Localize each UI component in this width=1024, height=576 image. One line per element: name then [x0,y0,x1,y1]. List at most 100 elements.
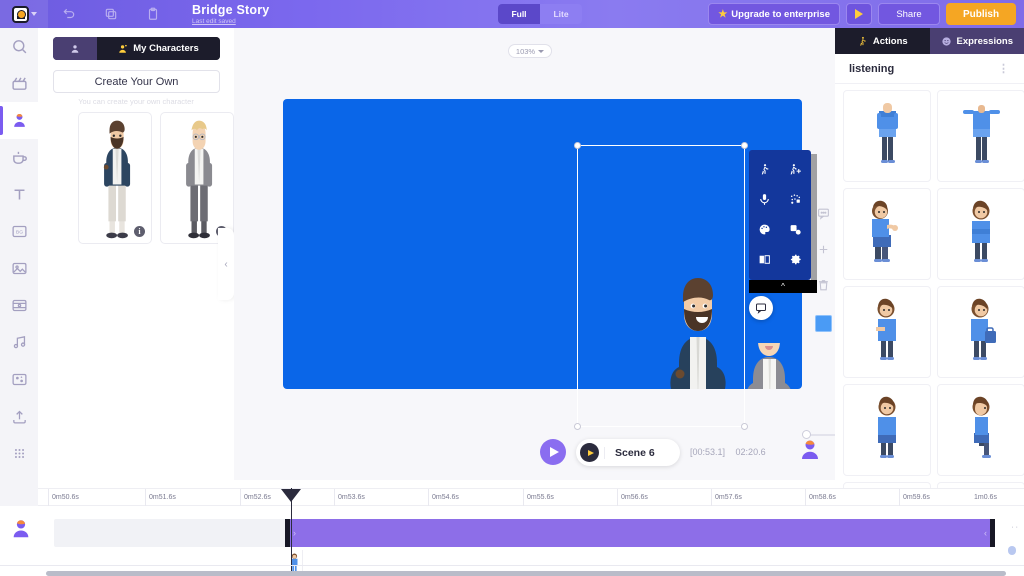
zoom-level-control[interactable]: 103% [508,44,552,58]
character-card-2[interactable]: i [160,112,234,244]
sidebar-item-text[interactable] [0,176,38,213]
pose-thumbnail-7[interactable] [843,384,931,476]
timeline-clip[interactable]: › ‹ [285,519,995,547]
more-options-icon[interactable]: ⋮ [998,62,1010,75]
sidebar-item-characters[interactable] [0,102,38,139]
app-root: Bridge Story Last edit saved Full Lite ★… [0,0,1024,576]
sidebar-item-effects[interactable] [0,361,38,398]
undo-button[interactable] [48,0,90,28]
mode-option-lite[interactable]: Lite [540,4,582,24]
timeline-tick: 0m54.6s [428,489,459,507]
add-icon [819,245,827,253]
tab-expressions[interactable]: Expressions [929,28,1024,54]
top-actions: ★ Upgrade to enterprise Share Publish [708,3,1016,25]
clipboard-button[interactable] [132,0,174,28]
timeline-right-handle[interactable] [1008,546,1016,555]
star-icon: ★ [718,8,728,20]
chevron-left-icon[interactable]: ‹ [984,528,987,538]
playbar-avatar[interactable] [798,438,822,467]
copy-button[interactable] [90,0,132,28]
app-logo-button[interactable] [0,0,48,28]
settings-button[interactable] [780,244,811,274]
delete-icon [818,279,828,290]
scene-play-button[interactable] [580,443,599,462]
speech-bubble-icon [756,303,766,314]
image-icon [11,262,27,275]
timeline-tick: 0m52.6s [240,489,271,507]
comment-button[interactable] [810,195,836,231]
timeline-ruler[interactable]: 0m50.6s 0m51.6s 0m52.6s 0m53.6s 0m54.6s … [38,488,1024,507]
character-info-badge[interactable]: i [134,226,145,237]
delete-element-button[interactable] [810,267,836,303]
pose-walk-button[interactable] [749,154,780,184]
scene-selector[interactable]: Scene 6 [576,439,680,466]
timeline-horizontal-scrollbar[interactable] [46,571,1006,576]
motion-path-button[interactable] [780,184,811,214]
create-hint-text: You can create your own character [78,97,194,106]
comment-icon [817,208,829,220]
sidebar-item-props[interactable] [0,139,38,176]
flip-button[interactable] [749,244,780,274]
palette-button[interactable] [749,214,780,244]
person-icon [71,44,79,53]
upgrade-button[interactable]: ★ Upgrade to enterprise [708,3,840,25]
timeline-tick: 0m57.6s [711,489,742,507]
pose-thumbnail-8[interactable] [937,384,1024,476]
pose-thumbnail-3[interactable] [843,188,931,280]
top-toolbar: Bridge Story Last edit saved Full Lite ★… [0,0,1024,28]
character-card-1[interactable]: i [78,112,152,244]
pose-thumbnail-1[interactable] [843,90,931,182]
tab-my-characters[interactable]: My Characters [97,37,220,60]
actions-panel-tabs: Actions Expressions [835,28,1024,54]
user-avatar-icon [13,520,29,538]
apps-grid-icon [14,448,24,459]
selection-handle-top-right[interactable] [741,142,748,149]
character-icon [13,113,25,127]
swap-character-button[interactable] [780,214,811,244]
character-tabs: My Characters [53,37,220,60]
sidebar-item-background[interactable]: BG [0,213,38,250]
pose-thumbnail-5[interactable] [843,286,931,378]
sidebar-item-video[interactable] [0,287,38,324]
sidebar-item-images[interactable] [0,250,38,287]
pose-add-button[interactable] [780,154,811,184]
playhead-marker-icon[interactable] [281,489,301,502]
create-your-own-button[interactable]: Create Your Own [53,70,220,93]
add-element-button[interactable] [810,231,836,267]
sidebar-item-scenes[interactable] [0,65,38,102]
pose-thumbnail-2[interactable] [937,90,1024,182]
pose-thumbnail-4[interactable] [937,188,1024,280]
pose-thumbnail-6[interactable] [937,286,1024,378]
publish-button[interactable]: Publish [946,3,1016,25]
selection-handle-top-left[interactable] [574,142,581,149]
sidebar-item-apps[interactable] [0,435,38,472]
timeline-tick: 0m59.6s [899,489,930,507]
time-readout: [00:53.1] 02:20.6 [690,447,766,457]
panel-collapse-button[interactable]: ‹ [218,228,234,300]
timeline-tick: 0m51.6s [145,489,176,507]
sidebar-item-music[interactable] [0,324,38,361]
add-speech-bubble-button[interactable] [749,296,773,320]
mode-toggle[interactable]: Full Lite [498,4,582,24]
sidebar-item-search[interactable] [0,28,38,65]
tab-actions[interactable]: Actions [835,28,930,54]
character-tool-palette [749,150,811,294]
tab-all-characters[interactable] [53,37,97,60]
pose-walk-icon [761,163,769,174]
chevron-down-icon[interactable] [30,12,37,16]
play-button[interactable] [540,439,566,465]
clipboard-icon [148,7,158,20]
preview-button[interactable] [846,3,872,25]
canvas-stage: 103% ^ Scene 6 [00:53.1] 02:20.6 [234,28,1024,480]
background-icon: BG [11,225,27,238]
chevron-right-icon[interactable]: › [293,528,296,538]
track-avatar[interactable] [10,518,32,545]
sidebar-item-upload[interactable] [0,398,38,435]
project-title-block[interactable]: Bridge Story Last edit saved [192,3,269,25]
selection-bounding-box[interactable] [574,142,748,430]
share-button[interactable]: Share [878,3,940,25]
mode-option-full[interactable]: Full [498,4,540,24]
color-swatch-button[interactable] [810,305,836,341]
microphone-button[interactable] [749,184,780,214]
tool-palette-collapse-button[interactable]: ^ [749,280,817,293]
